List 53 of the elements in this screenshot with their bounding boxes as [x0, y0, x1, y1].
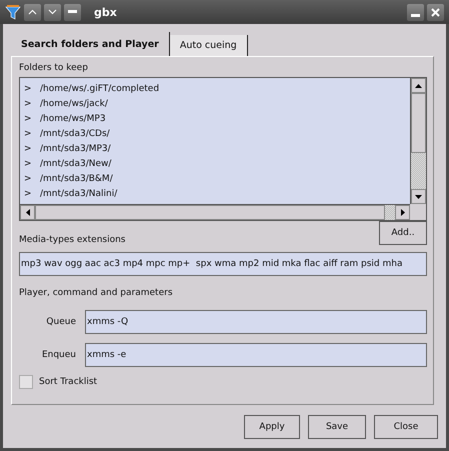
add-button[interactable]: Add..	[379, 221, 427, 245]
folder-path[interactable]: /home/ws/jack/	[40, 98, 108, 108]
scrollbar-trough[interactable]	[385, 205, 395, 220]
list-marker: >	[23, 128, 33, 138]
field-label: Enqueu	[40, 350, 77, 360]
window-title: gbx	[94, 6, 118, 18]
list-marker: >	[23, 84, 33, 94]
caret-up-icon	[28, 9, 37, 15]
triangle-down-icon[interactable]	[415, 194, 422, 198]
folder-path[interactable]: /mnt/sda3/CDs/	[40, 128, 110, 138]
list-marker: >	[23, 158, 33, 168]
checkbox-label: Sort Tracklist	[39, 377, 98, 387]
input-field[interactable]: xmms -Q	[85, 310, 427, 334]
triangle-left-icon[interactable]	[26, 209, 30, 216]
checkbox[interactable]	[19, 375, 33, 389]
list-marker: >	[23, 188, 33, 198]
funnel-icon[interactable]	[5, 4, 21, 20]
scrollbar-thumb[interactable]	[411, 93, 426, 153]
minimize-icon	[411, 14, 420, 16]
input-field[interactable]: mp3 wav ogg aac ac3 mp4 mpc mp+ spx wma mp2 mid mka flac aiff ram psid mha	[19, 252, 427, 276]
list-marker: >	[23, 174, 33, 184]
scrollbar-thumb[interactable]	[35, 205, 385, 220]
list-marker: >	[23, 98, 33, 108]
up-arrow-button[interactable]	[24, 4, 41, 20]
section-label: Media-types extensions	[19, 235, 126, 247]
minimize-button[interactable]	[407, 4, 424, 20]
input-field[interactable]: xmms -e	[85, 343, 427, 367]
folder-path[interactable]: /home/ws/MP3	[40, 114, 106, 124]
dialog-button[interactable]: Apply	[244, 415, 300, 439]
close-icon	[431, 8, 440, 16]
section-label: Folders to keep	[19, 63, 89, 75]
menu-button[interactable]	[64, 4, 81, 20]
folder-path[interactable]: /mnt/sda3/MP3/	[40, 144, 111, 154]
vertical-scrollbar[interactable]	[410, 78, 426, 204]
list-marker: >	[23, 114, 33, 124]
section-label: Player, command and parameters	[19, 288, 174, 300]
field-label: Queue	[45, 317, 77, 327]
folder-list[interactable]: > /home/ws/.giFT/completed > /home/ws/jack/ > /home/ws/MP3 > /mnt/sda3/CDs/ > /mnt/sda3/MP3/ > /mnt/sda3/New/ > /mnt/sda3/B&M/ > /mnt/sda3/Nalini/	[19, 77, 427, 221]
dialog-button[interactable]: Save	[308, 415, 366, 439]
triangle-right-icon[interactable]	[400, 209, 404, 216]
list-marker: >	[23, 144, 33, 154]
folder-path[interactable]: /mnt/sda3/New/	[40, 158, 112, 168]
folder-path[interactable]: /home/ws/.giFT/completed	[40, 84, 160, 94]
down-arrow-button[interactable]	[44, 4, 61, 20]
folder-path[interactable]: /mnt/sda3/B&M/	[40, 174, 113, 184]
close-button[interactable]	[427, 4, 444, 20]
bar-icon	[68, 10, 77, 14]
folder-path[interactable]: /mnt/sda3/Nalini/	[40, 188, 118, 198]
dialog-button[interactable]: Close	[374, 415, 438, 439]
horizontal-scrollbar[interactable]	[20, 204, 410, 220]
triangle-up-icon[interactable]	[415, 84, 422, 88]
caret-down-icon	[48, 9, 57, 15]
tab[interactable]: Auto cueing	[170, 35, 248, 56]
